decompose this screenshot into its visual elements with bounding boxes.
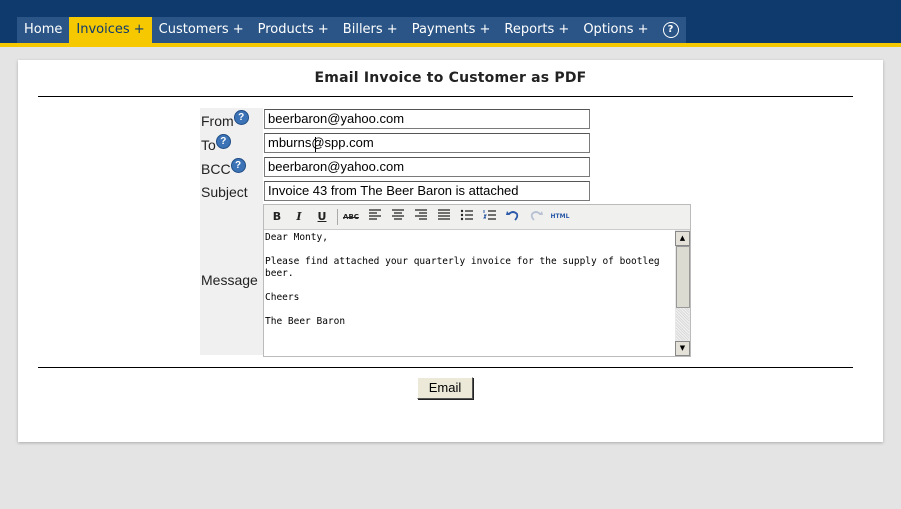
message-editor[interactable]: B I U ABC HTML Dear Monty, Please find a…	[263, 204, 691, 357]
scroll-up-icon[interactable]: ▲	[675, 231, 690, 246]
message-body[interactable]: Dear Monty, Please find attached your qu…	[265, 232, 670, 328]
help-icon[interactable]: ?	[233, 110, 249, 125]
text-cursor	[315, 137, 316, 152]
align-center-icon	[392, 209, 404, 220]
align-left-button[interactable]	[366, 209, 384, 225]
numbered-list-icon	[483, 210, 496, 220]
nav-customers[interactable]: Customers +	[152, 17, 251, 43]
message-scrollbar[interactable]: ▲ ▼	[675, 230, 690, 356]
help-icon[interactable]: ?	[215, 134, 231, 149]
bcc-label: BCC?	[201, 158, 246, 177]
align-right-button[interactable]	[412, 209, 430, 225]
to-field[interactable]: mburns@spp.com	[264, 133, 590, 153]
message-line: Dear Monty,	[265, 232, 328, 243]
bcc-field[interactable]: beerbaron@yahoo.com	[264, 157, 590, 177]
message-label: Message	[201, 272, 258, 288]
message-line: The Beer Baron	[265, 316, 346, 327]
align-left-icon	[369, 209, 381, 220]
message-line	[265, 280, 670, 292]
nav-invoices[interactable]: Invoices +	[69, 17, 152, 43]
bcc-label-text: BCC	[201, 161, 231, 177]
numbered-list-button[interactable]	[481, 209, 499, 225]
strikethrough-button[interactable]: ABC	[342, 209, 360, 225]
toolbar-separator	[337, 209, 338, 225]
help-icon[interactable]: ?	[230, 158, 246, 173]
justify-button[interactable]	[435, 209, 453, 225]
help-circle-icon: ?	[662, 22, 679, 38]
nav-reports[interactable]: Reports +	[497, 17, 576, 43]
nav-home[interactable]: Home	[17, 17, 69, 43]
subject-field[interactable]: Invoice 43 from The Beer Baron is attach…	[264, 181, 590, 201]
nav-payments[interactable]: Payments +	[405, 17, 498, 43]
align-center-button[interactable]	[389, 209, 407, 225]
page-title: Email Invoice to Customer as PDF	[314, 70, 587, 86]
subject-label: Subject	[201, 184, 248, 200]
message-line: Please find attached your quarterly invo…	[265, 256, 660, 267]
from-field[interactable]: beerbaron@yahoo.com	[264, 109, 590, 129]
redo-button[interactable]	[527, 209, 545, 225]
top-divider	[38, 96, 853, 97]
scroll-thumb[interactable]	[676, 246, 690, 308]
email-invoice-panel: Email Invoice to Customer as PDF From? b…	[18, 60, 883, 442]
message-line	[265, 244, 670, 256]
top-bar: Home Invoices + Customers + Products + B…	[0, 0, 901, 43]
justify-icon	[438, 209, 450, 220]
scroll-track	[676, 308, 689, 340]
email-button[interactable]: Email	[417, 377, 473, 399]
bold-button[interactable]: B	[268, 209, 286, 225]
undo-icon	[506, 211, 519, 221]
nav-options[interactable]: Options +	[576, 17, 655, 43]
bullet-list-icon	[460, 209, 473, 221]
message-line	[265, 304, 670, 316]
nav-help[interactable]: ?	[656, 17, 686, 43]
nav-billers[interactable]: Billers +	[336, 17, 405, 43]
to-label-text: To	[201, 137, 216, 153]
nav-products[interactable]: Products +	[251, 17, 336, 43]
html-source-button[interactable]: HTML	[549, 209, 571, 225]
scroll-down-icon[interactable]: ▼	[675, 341, 690, 356]
undo-button[interactable]	[504, 209, 522, 225]
bottom-divider	[38, 367, 853, 368]
bullet-list-button[interactable]	[458, 209, 476, 225]
message-line: Cheers	[265, 292, 300, 303]
main-nav: Home Invoices + Customers + Products + B…	[17, 17, 686, 43]
underline-button[interactable]: U	[313, 209, 331, 225]
message-line: beer.	[265, 268, 294, 279]
from-label-text: From	[201, 113, 234, 129]
accent-stripe	[0, 43, 901, 47]
align-right-icon	[415, 209, 427, 220]
from-label: From?	[201, 110, 249, 129]
italic-button[interactable]: I	[290, 209, 308, 225]
to-label: To?	[201, 134, 231, 153]
redo-icon	[530, 211, 543, 221]
editor-toolbar: B I U ABC HTML	[264, 205, 690, 230]
